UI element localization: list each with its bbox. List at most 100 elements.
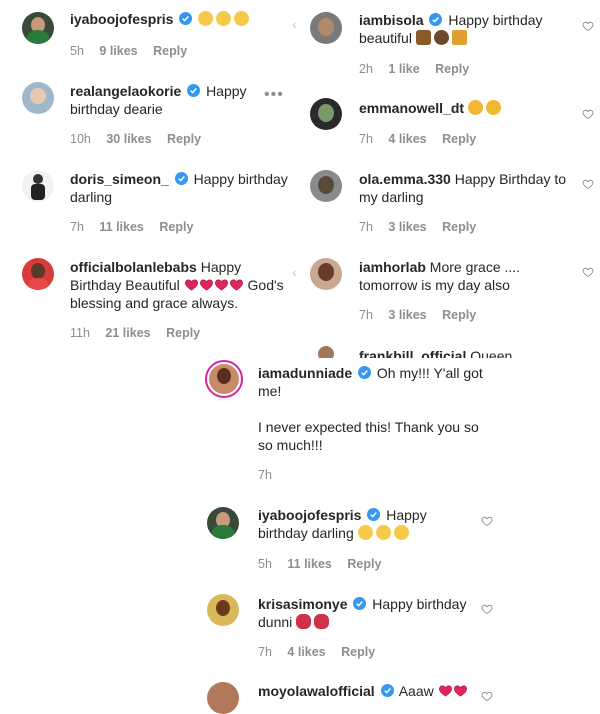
clap-emoji: [485, 100, 501, 115]
avatar[interactable]: [22, 170, 54, 202]
like-heart-icon[interactable]: [582, 178, 594, 190]
comment-meta: 11h 21 likes Reply: [70, 326, 212, 340]
reply-button[interactable]: Reply: [347, 557, 381, 571]
reply-button[interactable]: Reply: [159, 220, 193, 234]
verified-icon: [179, 12, 192, 25]
reply-button[interactable]: Reply: [167, 132, 201, 146]
comment-username[interactable]: frankbill_official: [359, 348, 466, 358]
reply-button[interactable]: Reply: [442, 220, 476, 234]
comment-text: officialbolanlebabs Happy Birthday Beaut…: [70, 258, 285, 312]
comment-time[interactable]: 10h: [70, 132, 91, 146]
comment-username[interactable]: iamhorlab: [359, 259, 426, 275]
likes-count[interactable]: 11 likes: [287, 557, 332, 571]
likes-count[interactable]: 4 likes: [388, 132, 426, 146]
comment-time[interactable]: 7h: [258, 645, 272, 659]
avatar[interactable]: [22, 12, 54, 44]
hands-emoji: [433, 30, 449, 45]
reply-button[interactable]: Reply: [166, 326, 200, 340]
comment-time[interactable]: 7h: [70, 220, 84, 234]
comment-text: moyolawalofficial Aaaw: [258, 682, 488, 700]
comment-time[interactable]: 2h: [359, 62, 373, 76]
comment-time[interactable]: 7h: [359, 132, 373, 146]
verified-icon: [429, 13, 442, 26]
comment-username[interactable]: iyaboojofespris: [258, 507, 361, 523]
comment-text: iamhorlab More grace .... tomorrow is my…: [359, 258, 559, 294]
comment-time[interactable]: 7h: [258, 468, 272, 482]
reply-button[interactable]: Reply: [153, 44, 187, 58]
comment-text: doris_simeon_ Happy birthday darling: [70, 170, 290, 206]
comment-text: iyaboojofespris Happy birthday darling: [258, 506, 468, 542]
comment-time[interactable]: 5h: [70, 44, 84, 58]
likes-count[interactable]: 4 likes: [287, 645, 325, 659]
comment-username[interactable]: krisasimonye: [258, 596, 348, 612]
likes-count[interactable]: 11 likes: [99, 220, 144, 234]
avatar[interactable]: [207, 594, 239, 626]
heart-emoji: [184, 277, 199, 292]
comment-username[interactable]: iyaboojofespris: [70, 11, 173, 27]
likes-count[interactable]: 30 likes: [106, 132, 151, 146]
avatar[interactable]: [207, 507, 239, 539]
comment-username[interactable]: iamadunniade: [258, 365, 352, 381]
comment-username[interactable]: officialbolanlebabs: [70, 259, 197, 275]
comment-body: Aaaw: [398, 683, 434, 699]
reply-button[interactable]: Reply: [341, 645, 375, 659]
like-heart-icon[interactable]: [481, 690, 493, 702]
comment-text: krisasimonye Happy birthday dunni: [258, 595, 468, 631]
reply-button[interactable]: Reply: [442, 308, 476, 322]
likes-count[interactable]: 3 likes: [388, 308, 426, 322]
comment-text: iambisola Happy birthday beautiful: [359, 11, 544, 47]
like-heart-icon[interactable]: [582, 266, 594, 278]
heart-emoji: [229, 277, 244, 292]
comment-username[interactable]: iambisola: [359, 12, 424, 28]
comment-username[interactable]: moyolawalofficial: [258, 683, 375, 699]
comment-username[interactable]: doris_simeon_: [70, 171, 169, 187]
chevron-left-icon: ‹: [292, 16, 297, 32]
like-heart-icon[interactable]: [582, 20, 594, 32]
avatar[interactable]: [310, 170, 342, 202]
like-heart-icon[interactable]: [582, 108, 594, 120]
comment-time[interactable]: 7h: [359, 308, 373, 322]
heart-emoji: [453, 683, 468, 698]
heart-emoji: [199, 277, 214, 292]
lips-emoji: [296, 614, 312, 629]
reply-button[interactable]: Reply: [435, 62, 469, 76]
comment-username[interactable]: ola.emma.330: [359, 171, 451, 187]
comment-meta: 10h 30 likes Reply: [70, 132, 213, 146]
reply-button[interactable]: Reply: [442, 132, 476, 146]
comment-username[interactable]: emmanowell_dt: [359, 100, 464, 116]
comment-time[interactable]: 11h: [70, 326, 90, 340]
avatar[interactable]: [310, 258, 342, 290]
comment-time[interactable]: 5h: [258, 557, 272, 571]
avatar[interactable]: [22, 258, 54, 290]
comment-time[interactable]: 7h: [359, 220, 373, 234]
avatar[interactable]: [310, 12, 342, 44]
comment-meta: 5h 11 likes Reply: [258, 557, 393, 571]
likes-count[interactable]: 3 likes: [388, 220, 426, 234]
likes-count[interactable]: 1 like: [388, 62, 419, 76]
like-heart-icon[interactable]: [481, 515, 493, 527]
more-options-icon[interactable]: •••: [264, 86, 284, 104]
comment-username[interactable]: realangelaokorie: [70, 83, 181, 99]
verified-icon: [381, 684, 394, 697]
star-eyes-emoji: [357, 525, 373, 540]
clap-emoji: [467, 100, 483, 115]
avatar[interactable]: [22, 82, 54, 114]
comment-meta: 5h 9 likes Reply: [70, 44, 199, 58]
like-heart-icon[interactable]: [481, 603, 493, 615]
verified-icon: [187, 84, 200, 97]
star-eyes-emoji: [375, 525, 391, 540]
star-eyes-emoji: [198, 11, 214, 26]
likes-count[interactable]: 9 likes: [99, 44, 137, 58]
comment-meta: 7h 4 likes Reply: [359, 132, 488, 146]
kiss-emoji: [234, 11, 250, 26]
avatar[interactable]: [310, 98, 342, 130]
comment-meta: 7h 4 likes Reply: [258, 645, 387, 659]
avatar-story-ring[interactable]: [205, 360, 243, 398]
comment-text: ola.emma.330 Happy Birthday to my darlin…: [359, 170, 569, 206]
comment-body: Queen: [470, 348, 513, 358]
verified-icon: [175, 172, 188, 185]
comment-text: iyaboojofespris: [70, 10, 290, 28]
avatar[interactable]: [207, 682, 239, 714]
lips-emoji: [314, 614, 330, 629]
likes-count[interactable]: 21 likes: [105, 326, 150, 340]
